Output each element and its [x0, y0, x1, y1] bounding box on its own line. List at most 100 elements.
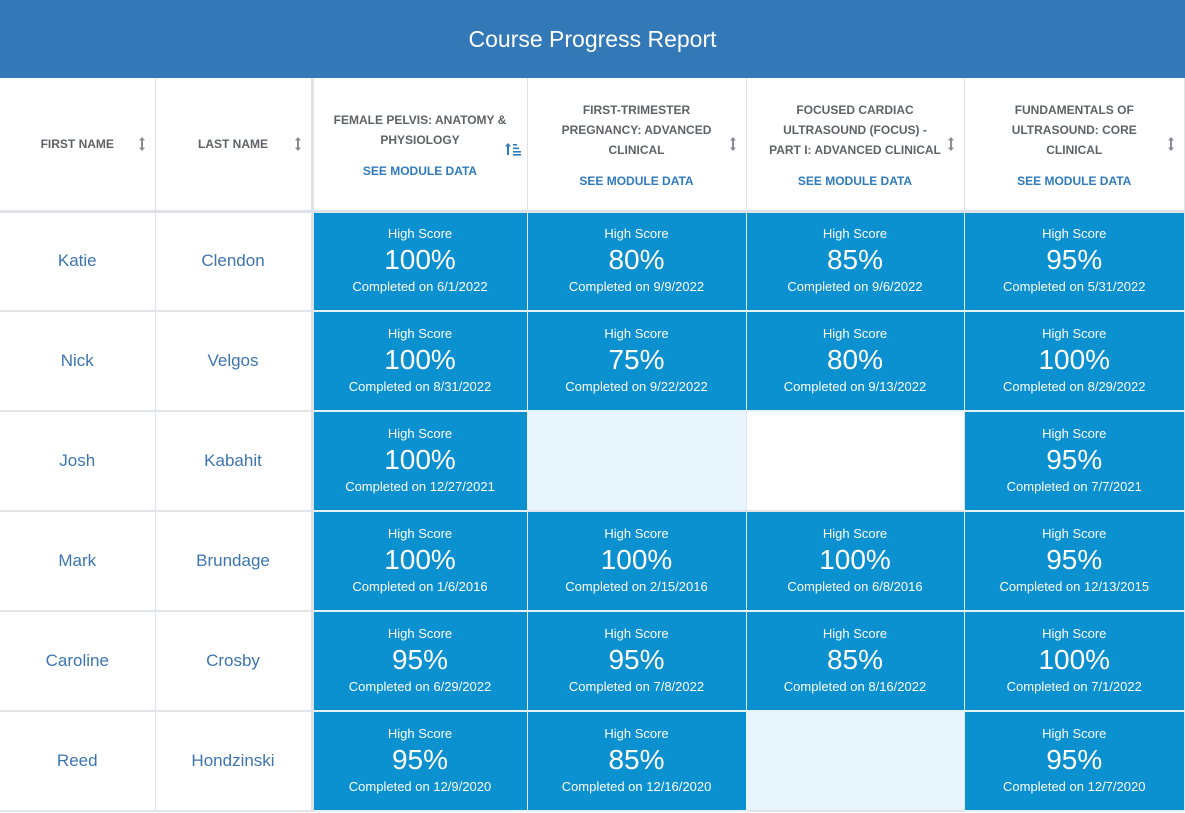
- first-name-cell: Caroline: [0, 611, 156, 712]
- sort-both-icon[interactable]: [728, 136, 738, 152]
- score-label: High Score: [1042, 526, 1107, 541]
- last-name-cell: Velgos: [155, 311, 314, 412]
- sort-both-icon[interactable]: [1166, 136, 1176, 152]
- report-header: Course Progress Report: [0, 0, 1185, 78]
- score-cell[interactable]: High Score 100% Completed on 12/27/2021: [312, 411, 528, 512]
- completion-date: Completed on 9/6/2022: [787, 279, 923, 295]
- score-value: 75%: [608, 344, 665, 375]
- see-module-data-link[interactable]: SEE MODULE DATA: [334, 164, 507, 178]
- sort-both-icon[interactable]: [137, 136, 147, 152]
- score-cell[interactable]: High Score 100% Completed on 6/8/2016: [746, 511, 965, 612]
- score-cell[interactable]: High Score 95% Completed on 12/13/2015: [964, 511, 1185, 612]
- score-value: 95%: [1046, 244, 1103, 276]
- column-header-module-4[interactable]: FUNDAMENTALS OF ULTRASOUND: CORE CLINICA…: [964, 78, 1185, 213]
- completion-date: Completed on 9/13/2022: [783, 379, 927, 394]
- score-cell[interactable]: High Score 100% Completed on 8/31/2022: [312, 311, 528, 412]
- score-cell[interactable]: High Score 85% Completed on 8/16/2022: [746, 611, 965, 712]
- score-cell[interactable]: High Score 95% Completed on 12/7/2020: [964, 711, 1185, 812]
- sort-both-icon[interactable]: [946, 136, 956, 152]
- score-value: 95%: [1046, 744, 1103, 775]
- table-row: Josh Kabahit High Score 100% Completed on 12…: [0, 411, 1185, 512]
- sort-both-icon[interactable]: [293, 136, 303, 152]
- column-header-module-1[interactable]: FEMALE PELVIS: ANATOMY & PHYSIOLOGY SEE …: [312, 78, 528, 213]
- column-label: LAST NAME: [198, 136, 268, 151]
- completion-date: Completed on 8/31/2022: [348, 379, 492, 394]
- score-label: High Score: [387, 626, 453, 641]
- progress-table: FIRST NAME LAST NAME FEMALE PELVIS: ANAT…: [0, 78, 1185, 812]
- completion-date: Completed on 12/9/2020: [348, 779, 492, 794]
- completion-date: Completed on 6/29/2022: [348, 679, 492, 694]
- first-name-cell: Mark: [0, 511, 156, 612]
- completion-date: Completed on 1/6/2016: [352, 579, 488, 594]
- table-row: Mark Brundage High Score 100% Completed on 1…: [0, 511, 1185, 612]
- score-label: High Score: [387, 326, 453, 341]
- score-value: 100%: [819, 544, 891, 575]
- table-row: Nick Velgos High Score 100% Completed on 8/3…: [0, 311, 1185, 412]
- see-module-data-link[interactable]: SEE MODULE DATA: [767, 174, 944, 188]
- first-name-cell: Nick: [0, 311, 156, 412]
- score-value: 95%: [1046, 544, 1103, 575]
- column-header-module-2[interactable]: FIRST-TRIMESTER PREGNANCY: ADVANCED CLIN…: [527, 78, 747, 213]
- score-value: 85%: [826, 644, 884, 675]
- column-header-last-name[interactable]: LAST NAME: [155, 78, 314, 213]
- score-label: High Score: [1042, 226, 1107, 242]
- column-label: FIRST NAME: [40, 136, 114, 151]
- score-value: 100%: [384, 444, 456, 475]
- see-module-data-link[interactable]: SEE MODULE DATA: [548, 174, 726, 188]
- score-cell[interactable]: High Score 100% Completed on 6/1/2022: [312, 211, 528, 312]
- score-cell[interactable]: High Score 95% Completed on 6/29/2022: [312, 611, 528, 712]
- score-cell[interactable]: High Score 85% Completed on 12/16/2020: [527, 711, 747, 812]
- column-header-first-name[interactable]: FIRST NAME: [0, 78, 156, 213]
- score-label: High Score: [1042, 426, 1107, 441]
- score-value: 100%: [384, 244, 456, 276]
- completion-date: Completed on 9/22/2022: [565, 379, 708, 394]
- score-cell[interactable]: High Score 95% Completed on 7/7/2021: [964, 411, 1185, 512]
- score-value: 100%: [600, 544, 673, 575]
- score-value: 95%: [391, 644, 449, 675]
- score-value: 95%: [1046, 444, 1103, 475]
- score-label: High Score: [822, 526, 888, 541]
- score-label: High Score: [604, 526, 669, 541]
- score-value: 95%: [608, 644, 665, 675]
- first-name-cell: Katie: [0, 211, 156, 312]
- completion-date: Completed on 7/8/2022: [568, 679, 705, 694]
- score-label: High Score: [387, 726, 453, 741]
- score-cell[interactable]: High Score 75% Completed on 9/22/2022: [527, 311, 747, 412]
- last-name-cell: Brundage: [155, 511, 314, 612]
- score-value: 100%: [384, 344, 456, 375]
- score-cell[interactable]: High Score 85% Completed on 9/6/2022: [746, 211, 965, 312]
- table-row: Reed Hondzinski High Score 95% Completed on …: [0, 711, 1185, 812]
- completion-date: Completed on 12/16/2020: [561, 779, 712, 794]
- score-cell[interactable]: High Score 95% Completed on 5/31/2022: [964, 211, 1185, 312]
- score-label: High Score: [1042, 326, 1107, 341]
- empty-score-cell: [746, 411, 965, 512]
- module-title: FEMALE PELVIS: ANATOMY & PHYSIOLOGY: [333, 112, 507, 147]
- empty-score-cell: [527, 411, 747, 512]
- score-value: 80%: [608, 244, 665, 276]
- score-label: High Score: [387, 526, 453, 541]
- score-cell[interactable]: High Score 100% Completed on 2/15/2016: [527, 511, 747, 612]
- score-cell[interactable]: High Score 100% Completed on 1/6/2016: [312, 511, 528, 612]
- completion-date: Completed on 12/7/2020: [1003, 779, 1146, 794]
- last-name-cell: Hondzinski: [155, 711, 314, 812]
- first-name-cell: Josh: [0, 411, 156, 512]
- score-label: High Score: [604, 626, 669, 641]
- score-cell[interactable]: High Score 100% Completed on 7/1/2022: [964, 611, 1185, 712]
- score-cell[interactable]: High Score 95% Completed on 12/9/2020: [312, 711, 528, 812]
- score-cell[interactable]: High Score 100% Completed on 8/29/2022: [964, 311, 1185, 412]
- module-title: FOCUSED CARDIAC ULTRASOUND (FOCUS) - PAR…: [769, 102, 941, 157]
- sort-ascending-icon[interactable]: [504, 142, 521, 156]
- score-cell[interactable]: High Score 80% Completed on 9/13/2022: [746, 311, 965, 412]
- completion-date: Completed on 5/31/2022: [1003, 279, 1146, 295]
- score-cell[interactable]: High Score 80% Completed on 9/9/2022: [527, 211, 747, 312]
- score-value: 100%: [1038, 344, 1111, 375]
- score-cell[interactable]: High Score 95% Completed on 7/8/2022: [527, 611, 747, 712]
- completion-date: Completed on 9/9/2022: [568, 279, 705, 295]
- see-module-data-link[interactable]: SEE MODULE DATA: [985, 174, 1165, 188]
- column-header-module-3[interactable]: FOCUSED CARDIAC ULTRASOUND (FOCUS) - PAR…: [746, 78, 965, 213]
- last-name-cell: Kabahit: [155, 411, 314, 512]
- score-value: 100%: [1038, 644, 1111, 675]
- completion-date: Completed on 8/16/2022: [783, 679, 927, 694]
- last-name-cell: Clendon: [155, 211, 314, 312]
- score-label: High Score: [822, 226, 888, 242]
